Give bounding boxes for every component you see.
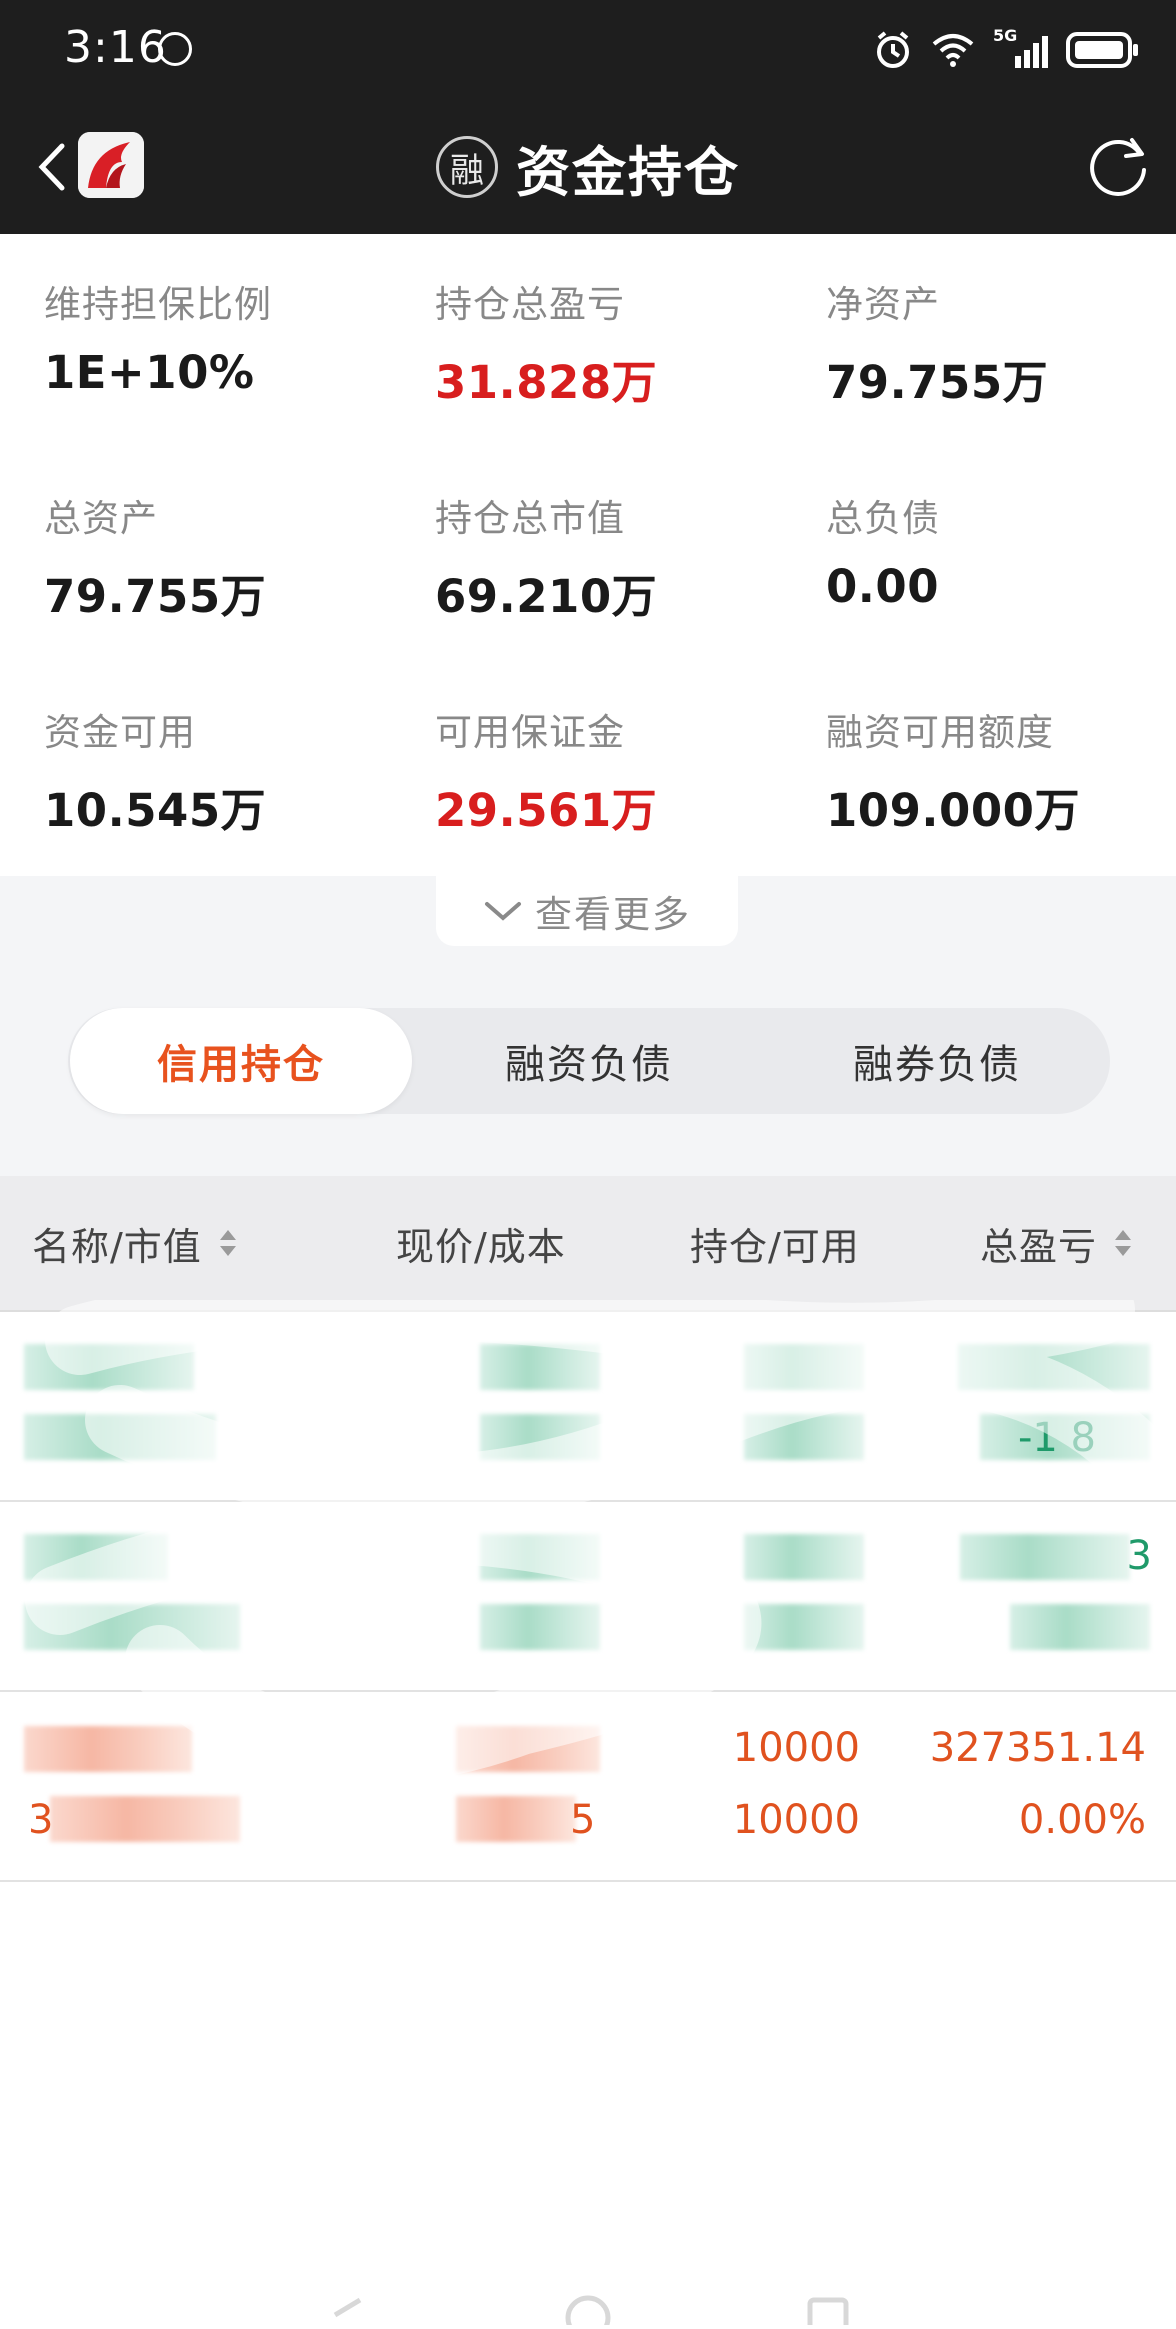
signal-icon: 5G: [993, 26, 1048, 68]
refresh-icon[interactable]: [1082, 130, 1154, 202]
redacted-block: [456, 1726, 600, 1772]
redacted-block: [456, 1796, 576, 1842]
redacted-block: [958, 1344, 1150, 1390]
summary-net-assets: 净资产 79.755万: [826, 274, 1176, 411]
redacted-block: [480, 1344, 600, 1390]
margin-account-badge: 融: [436, 136, 498, 198]
summary-label: 资金可用: [44, 711, 196, 754]
top-nav-bar: 融 资金持仓: [0, 100, 1176, 234]
summary-value: 0.00: [826, 560, 940, 613]
summary-value: 29.561万: [435, 784, 658, 837]
network-type: 5G: [993, 26, 1018, 45]
table-row[interactable]: 3: [0, 1502, 1176, 1692]
sort-icon: [1115, 1230, 1132, 1256]
summary-maintenance-ratio: 维持担保比例 1E+10%: [44, 274, 404, 399]
redacted-block: [24, 1534, 168, 1580]
summary-label: 净资产: [826, 283, 940, 326]
redacted-block: [24, 1344, 194, 1390]
redacted-block: [24, 1414, 216, 1460]
summary-label: 总负债: [826, 497, 940, 540]
column-label: 总盈亏: [980, 1224, 1098, 1269]
position-tabs: 信用持仓 融资负债 融券负债: [68, 1008, 1110, 1114]
redacted-block: [50, 1796, 240, 1842]
account-summary: 维持担保比例 1E+10% 持仓总盈亏 31.828万 净资产 79.755万 …: [0, 234, 1176, 876]
summary-total-pnl: 持仓总盈亏 31.828万: [435, 274, 795, 411]
column-name-value[interactable]: 名称/市值: [32, 1176, 238, 1310]
redacted-block: [480, 1534, 600, 1580]
column-label: 名称/市值: [32, 1224, 202, 1269]
summary-value: 109.000万: [826, 784, 1080, 837]
summary-financing-quota: 融资可用额度 109.000万: [826, 702, 1176, 839]
summary-available-funds: 资金可用 10.545万: [44, 702, 404, 839]
row-cost-partial: 5: [570, 1797, 596, 1843]
summary-total-liabilities: 总负债 0.00: [826, 488, 1176, 613]
column-total-pnl[interactable]: 总盈亏: [980, 1176, 1133, 1310]
row-total-pnl: 327351.14: [929, 1725, 1146, 1771]
system-nav-bar: [0, 2280, 1176, 2329]
summary-total-assets: 总资产 79.755万: [44, 488, 404, 625]
summary-label: 维持担保比例: [44, 283, 272, 326]
summary-label: 持仓总盈亏: [435, 283, 625, 326]
row-pnl-partial: 3: [1126, 1533, 1152, 1579]
redacted-block: [744, 1344, 864, 1390]
status-bar: 3:16 5G: [0, 0, 1176, 100]
summary-value: 31.828万: [435, 356, 658, 409]
view-more-label: 查看更多: [535, 893, 691, 936]
redacted-block: [24, 1726, 192, 1772]
redacted-block: [1010, 1604, 1150, 1650]
row-value-partial: 3: [28, 1797, 54, 1843]
status-time: 3:16: [64, 22, 167, 73]
summary-available-margin: 可用保证金 29.561万: [435, 702, 795, 839]
column-holding-available: 持仓/可用: [690, 1224, 860, 1269]
tab-credit-positions[interactable]: 信用持仓: [70, 1008, 412, 1114]
status-icons: 5G: [873, 26, 1140, 74]
tab-financing-liabilities[interactable]: 融资负债: [416, 1008, 762, 1114]
column-price-cost: 现价/成本: [396, 1224, 566, 1269]
chevron-down-icon: [485, 902, 521, 921]
redacted-block: [480, 1604, 600, 1650]
redacted-block: [744, 1414, 864, 1460]
tab-securities-lending-liabilities[interactable]: 融券负债: [764, 1008, 1110, 1114]
redacted-block: [744, 1534, 864, 1580]
redacted-block: [480, 1414, 600, 1460]
summary-value: 79.755万: [826, 356, 1049, 409]
positions-table-header: 名称/市值 现价/成本 持仓/可用 总盈亏: [0, 1176, 1176, 1312]
title-group: 融 资金持仓: [0, 100, 1176, 234]
page-title: 资金持仓: [516, 140, 740, 204]
summary-market-value: 持仓总市值 69.210万: [435, 488, 795, 625]
row-pnl-percent: 0.00%: [1018, 1797, 1146, 1843]
summary-value: 69.210万: [435, 570, 658, 623]
row-holding: 10000: [732, 1725, 860, 1771]
notification-icon: [158, 32, 192, 66]
summary-label: 可用保证金: [435, 711, 625, 754]
summary-label: 总资产: [44, 497, 158, 540]
view-more-button[interactable]: 查看更多: [436, 876, 738, 946]
battery-icon: [1066, 32, 1138, 68]
row-available: 10000: [732, 1797, 860, 1843]
summary-value: 1E+10%: [44, 346, 255, 399]
summary-label: 持仓总市值: [435, 497, 625, 540]
redacted-block: [744, 1604, 864, 1650]
redacted-block: [24, 1604, 240, 1650]
sort-icon: [219, 1230, 236, 1256]
wifi-icon: [932, 34, 974, 67]
table-row[interactable]: 3 5 10000 10000 327351.14 0.00%: [0, 1692, 1176, 1882]
summary-label: 融资可用额度: [826, 711, 1054, 754]
summary-value: 79.755万: [44, 570, 267, 623]
alarm-icon: [877, 31, 909, 68]
row-pnl-partial: -1 8: [1017, 1415, 1096, 1461]
table-row[interactable]: -1 8: [0, 1312, 1176, 1502]
nav-buttons-icon: [333, 2295, 849, 2329]
summary-value: 10.545万: [44, 784, 267, 837]
